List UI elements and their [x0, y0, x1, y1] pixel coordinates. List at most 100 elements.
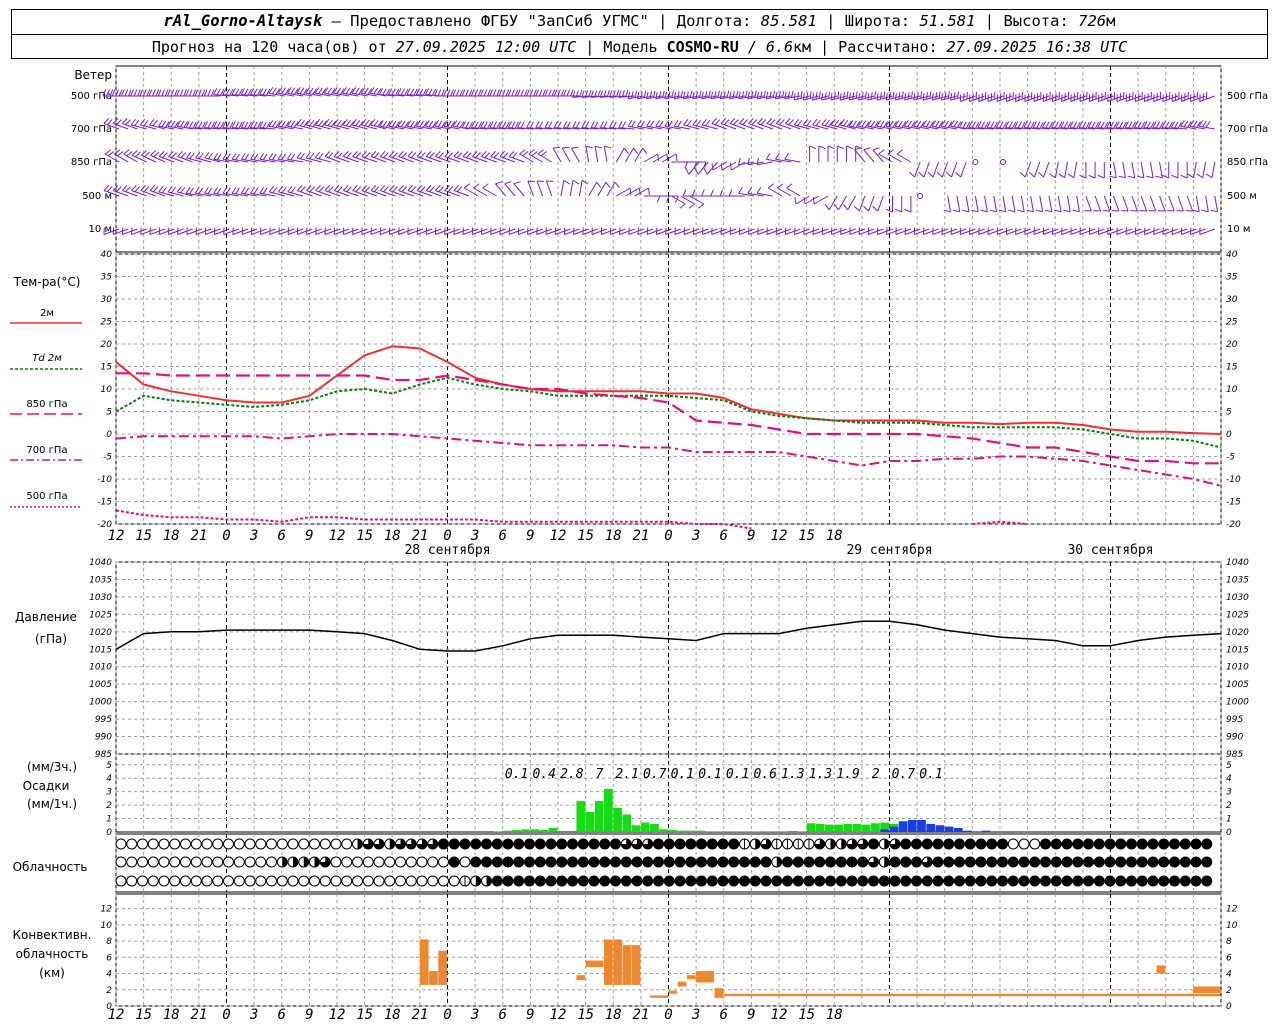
pressure-ytick-right: 995 [1226, 715, 1243, 725]
rain-bar [742, 831, 751, 832]
wind-barb-feather [655, 91, 658, 99]
wind-barb-feather [309, 152, 315, 160]
pressure-ytick-left: 1025 [89, 610, 112, 620]
wind-barb-feather [760, 91, 763, 99]
wind-barb-feather [131, 185, 137, 191]
wind-barb-feather [125, 119, 131, 126]
rain-bar [815, 823, 825, 832]
wind-barb [1049, 161, 1059, 179]
wind-barb-feather [337, 186, 343, 193]
cloud-cover [190, 838, 202, 850]
wind-barb-feather [456, 120, 461, 128]
pressure-ytick-right: 1035 [1226, 575, 1249, 585]
cloud-overcast [631, 875, 643, 887]
wind-barb [1118, 161, 1126, 179]
wind-barb-feather [642, 147, 648, 155]
cloud-cover [405, 875, 417, 887]
wind-barb-feather [629, 187, 632, 196]
x-tick-label: 0 [664, 528, 672, 544]
wind-barb [415, 120, 433, 130]
wind-barb-shaft [536, 180, 544, 197]
cloud-half [884, 857, 890, 867]
wind-barb-feather [272, 120, 277, 128]
cloud-cover [201, 856, 213, 868]
wind-barb-feather [131, 150, 138, 156]
cloud-overcast [631, 856, 643, 868]
cloud-cover [319, 838, 331, 850]
cloud-overcast [1179, 838, 1191, 850]
cloud-half [314, 857, 320, 867]
wind-barb-shaft [561, 147, 571, 163]
cloud-cover [115, 838, 127, 850]
wind-barb-feather [634, 90, 638, 98]
wind-barb-feather [268, 186, 274, 193]
wind-barb-feather [756, 157, 760, 165]
x-tick-label: 21 [632, 1007, 649, 1023]
cloud-cover [384, 875, 396, 887]
cloud-cover [330, 856, 342, 868]
cloud-overcast [1136, 838, 1148, 850]
cloud-cover [223, 838, 234, 850]
precip-3h-sum: 0.7 [643, 767, 667, 782]
wind-barb-feather [244, 153, 250, 161]
snow-bar [926, 823, 936, 832]
temp-ytick-left: 0 [106, 430, 112, 440]
wind-barb-feather [143, 119, 149, 127]
cloud-overcast [728, 856, 740, 868]
wind-barb-feather [455, 89, 460, 97]
cloud-half [475, 876, 481, 886]
wind-barb [784, 153, 801, 163]
x-tick-label: 18 [605, 528, 622, 544]
wind-barb-feather [713, 91, 717, 99]
cloud-cover [384, 856, 396, 868]
wind-barb-feather [216, 187, 222, 195]
wind-barb-feather [281, 186, 287, 194]
wind-barb [545, 180, 554, 197]
wind-barb-feather [419, 152, 426, 159]
wind-barb-shaft [588, 181, 598, 197]
wind-barb-feather [852, 92, 855, 100]
wind-barb-feather [754, 90, 757, 98]
precip-3h-sum: 1.3 [781, 767, 804, 782]
wind-barb-feather [894, 93, 897, 101]
wind-barb-feather [729, 118, 736, 124]
cloud-cover [287, 875, 299, 887]
rain-bar [622, 814, 632, 832]
wind-barb-feather [566, 89, 571, 97]
wind-barb-feather [152, 89, 156, 97]
wind-barb-feather [1118, 175, 1126, 179]
cloud-cover [1007, 838, 1019, 850]
cloud-overcast [803, 875, 815, 887]
wind-barb-feather [710, 189, 714, 197]
wind-barb-feather [158, 186, 164, 193]
cloud-overcast [964, 838, 976, 850]
pressure-ytick-right: 1005 [1226, 680, 1249, 690]
wind-barb-feather [213, 88, 218, 95]
cloud-cover [330, 875, 342, 887]
wind-barb-feather [833, 92, 836, 100]
wind-barb-shaft [1030, 195, 1034, 212]
wind-barb-shaft [495, 183, 507, 197]
wind-barb-shaft [552, 147, 562, 163]
cloud-overcast [943, 838, 955, 850]
wind-barb-feather [379, 151, 386, 157]
wind-barb-feather [176, 186, 182, 193]
wind-barb-feather [786, 183, 793, 189]
cloud-half [486, 876, 492, 886]
wind-barb-feather [167, 186, 173, 193]
wind-barb [922, 120, 939, 130]
wind-barb-feather [950, 93, 953, 101]
wind-barb [360, 87, 377, 97]
cloud-overcast [1083, 875, 1094, 887]
cloud-overcast [1147, 875, 1159, 887]
wind-barb-feather [738, 187, 743, 194]
wind-barb-feather [633, 147, 639, 155]
cloud-overcast [868, 838, 879, 850]
wind-barb-feather [765, 153, 771, 160]
cloud-overcast [1018, 875, 1030, 887]
wind-barb-feather [648, 187, 650, 196]
wind-barb [627, 120, 644, 130]
rain-bar [659, 829, 668, 832]
wind-barb [434, 120, 451, 130]
wind-barb-feather [122, 185, 128, 191]
